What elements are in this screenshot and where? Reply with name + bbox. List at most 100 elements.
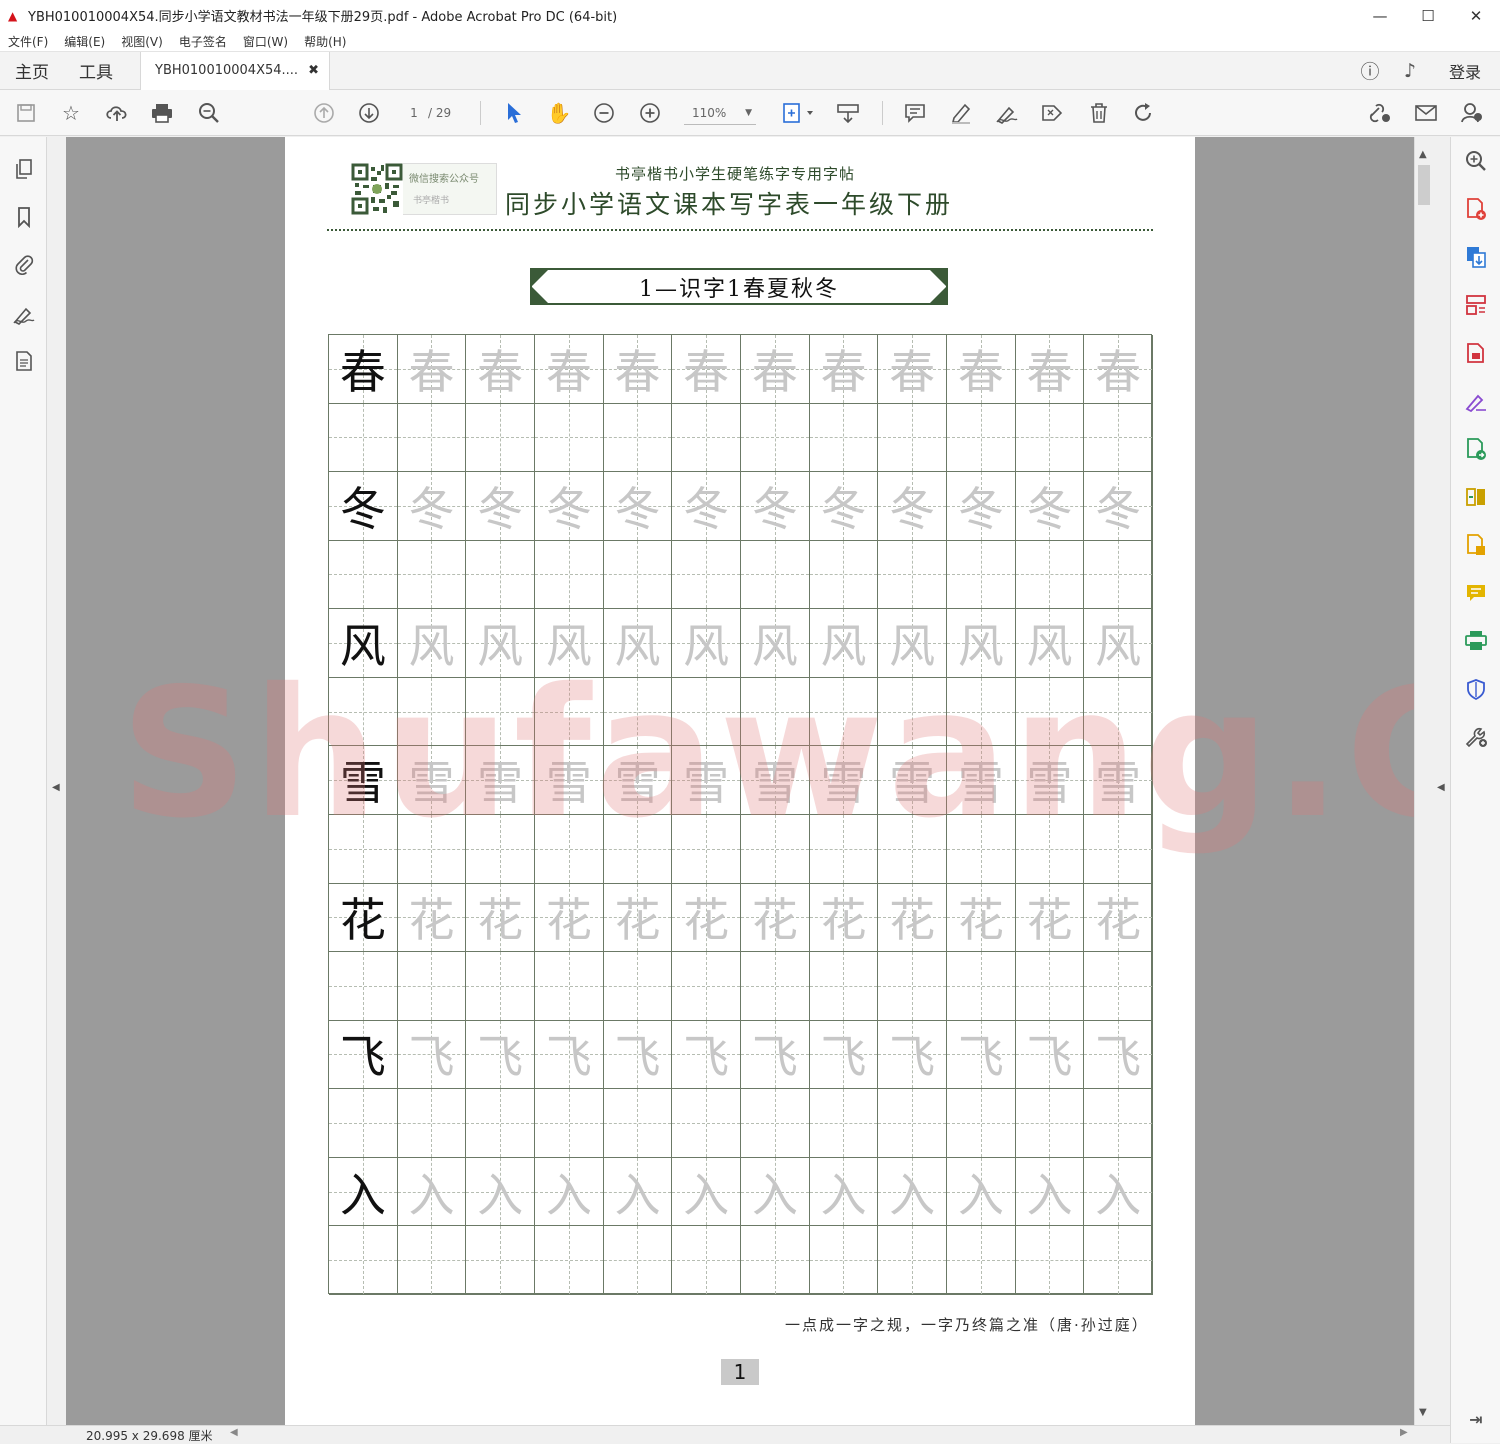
- page-fit-icon[interactable]: [778, 99, 818, 127]
- practice-cell: 春: [603, 335, 673, 404]
- collapse-panel-icon[interactable]: ⇥: [1462, 1405, 1490, 1433]
- model-character: 飞: [339, 1030, 386, 1085]
- highlight-pen-icon[interactable]: [947, 99, 975, 127]
- practice-cell: [672, 677, 741, 747]
- zoom-select[interactable]: 110% ▼: [684, 101, 756, 125]
- practice-cell: [878, 540, 947, 610]
- page-number-input[interactable]: 1: [400, 106, 428, 120]
- practice-cell: 风: [809, 609, 879, 678]
- more-tools-icon[interactable]: [1462, 723, 1490, 751]
- hand-tool-icon[interactable]: ✋: [545, 99, 573, 127]
- send-for-review-icon[interactable]: [1462, 435, 1490, 463]
- trace-character: 飞: [477, 1030, 524, 1085]
- practice-cell: [878, 952, 947, 1021]
- zoom-in-icon[interactable]: [636, 99, 664, 127]
- practice-cell: [947, 952, 1016, 1021]
- print-production-icon[interactable]: [1462, 627, 1490, 655]
- practice-cell: [672, 815, 741, 884]
- menu-esign[interactable]: 电子签名: [171, 33, 235, 50]
- menu-window[interactable]: 窗口(W): [235, 33, 296, 50]
- rotate-icon[interactable]: [1130, 99, 1158, 127]
- menu-help[interactable]: 帮助(H): [296, 33, 354, 50]
- practice-cell: [535, 540, 604, 610]
- practice-cell: 花: [466, 883, 535, 953]
- zoom-level: 110%: [692, 105, 727, 120]
- page-thumbnails-icon[interactable]: [10, 155, 38, 183]
- tab-home[interactable]: 主页: [0, 58, 64, 83]
- practice-cell: 风: [947, 609, 1016, 678]
- compress-pdf-icon[interactable]: [1462, 339, 1490, 367]
- add-user-icon[interactable]: [1458, 99, 1486, 127]
- vertical-scrollbar[interactable]: ▲ ▼: [1414, 137, 1432, 1425]
- right-panel-collapse[interactable]: ◀: [1432, 137, 1450, 1425]
- tab-tools[interactable]: 工具: [64, 58, 128, 83]
- practice-cell: 入: [878, 1157, 947, 1227]
- menu-file[interactable]: 文件(F): [0, 33, 56, 50]
- practice-cell: [878, 1089, 947, 1158]
- practice-cell: 雪: [809, 746, 879, 815]
- tab-document[interactable]: YBH010010004X54.... ✖: [140, 51, 330, 90]
- star-icon[interactable]: ☆: [57, 99, 85, 127]
- practice-cell: 入: [809, 1157, 879, 1227]
- trace-character: 飞: [820, 1030, 867, 1085]
- minimize-button[interactable]: —: [1356, 0, 1404, 31]
- practice-cell: [329, 540, 398, 610]
- bell-icon[interactable]: ♪: [1390, 60, 1430, 82]
- bookmark-icon[interactable]: [10, 203, 38, 231]
- zoom-search-icon[interactable]: [195, 99, 223, 127]
- menu-edit[interactable]: 编辑(E): [56, 33, 113, 50]
- signature-icon[interactable]: [10, 300, 38, 328]
- trace-character: 入: [1026, 1167, 1073, 1222]
- close-window-button[interactable]: ✕: [1452, 0, 1500, 31]
- cloud-upload-icon[interactable]: [103, 99, 131, 127]
- help-icon[interactable]: ⓘ: [1350, 57, 1390, 84]
- email-icon[interactable]: [1412, 99, 1440, 127]
- practice-cell: [466, 403, 535, 473]
- practice-cell: [329, 1226, 398, 1295]
- practice-cell: 冬: [1084, 472, 1153, 541]
- scroll-right-icon[interactable]: ▶: [1400, 1427, 1408, 1438]
- trash-icon[interactable]: [1085, 99, 1113, 127]
- trace-character: 雪: [957, 756, 1004, 811]
- comment-icon[interactable]: [901, 99, 929, 127]
- scroll-left-icon[interactable]: ◀: [230, 1427, 238, 1438]
- fill-sign-icon[interactable]: [1462, 387, 1490, 415]
- practice-cell: [1084, 540, 1153, 610]
- share-link-icon[interactable]: [1366, 99, 1394, 127]
- scroll-down-icon[interactable]: ▼: [1419, 1407, 1427, 1418]
- scroll-up-icon[interactable]: ▲: [1419, 149, 1427, 160]
- page-down-icon[interactable]: [355, 99, 383, 127]
- trace-character: 风: [614, 619, 661, 674]
- page-number: 1: [721, 1359, 759, 1385]
- attachment-icon[interactable]: [10, 250, 38, 278]
- close-tab-button[interactable]: ✖: [308, 63, 319, 78]
- draw-sign-icon[interactable]: [993, 99, 1021, 127]
- zoom-search-icon[interactable]: [1462, 147, 1490, 175]
- practice-cell: [466, 1226, 535, 1295]
- select-cursor-icon[interactable]: [500, 99, 528, 127]
- export-pdf-icon[interactable]: [1462, 243, 1490, 271]
- page-up-icon[interactable]: [310, 99, 338, 127]
- organize-pages-icon[interactable]: [1462, 291, 1490, 319]
- print-icon[interactable]: [148, 99, 176, 127]
- edit-pdf-icon[interactable]: [1462, 531, 1490, 559]
- menu-view[interactable]: 视图(V): [113, 33, 171, 50]
- comment-tool-icon[interactable]: [1462, 579, 1490, 607]
- practice-cell: [1015, 403, 1085, 473]
- left-panel-collapse[interactable]: ◀: [47, 137, 66, 1425]
- document-viewer[interactable]: 微信搜索公众号 书亭楷书 书亭楷书小学生硬笔练字专用字帖 同步小学语文课本写字表…: [66, 137, 1414, 1425]
- zoom-out-icon[interactable]: [590, 99, 618, 127]
- save-icon[interactable]: [12, 99, 40, 127]
- compare-files-icon[interactable]: [1462, 483, 1490, 511]
- stamp-icon[interactable]: [1038, 99, 1066, 127]
- practice-cell: 雪: [535, 746, 604, 815]
- practice-cell: [329, 403, 398, 473]
- scroll-thumb[interactable]: [1418, 165, 1430, 205]
- document-properties-icon[interactable]: [10, 347, 38, 375]
- maximize-button[interactable]: ☐: [1404, 0, 1452, 31]
- create-pdf-icon[interactable]: [1462, 195, 1490, 223]
- practice-cell: [397, 815, 467, 884]
- protect-shield-icon[interactable]: [1462, 675, 1490, 703]
- keyboard-tool-icon[interactable]: [834, 99, 862, 127]
- login-button[interactable]: 登录: [1430, 59, 1500, 83]
